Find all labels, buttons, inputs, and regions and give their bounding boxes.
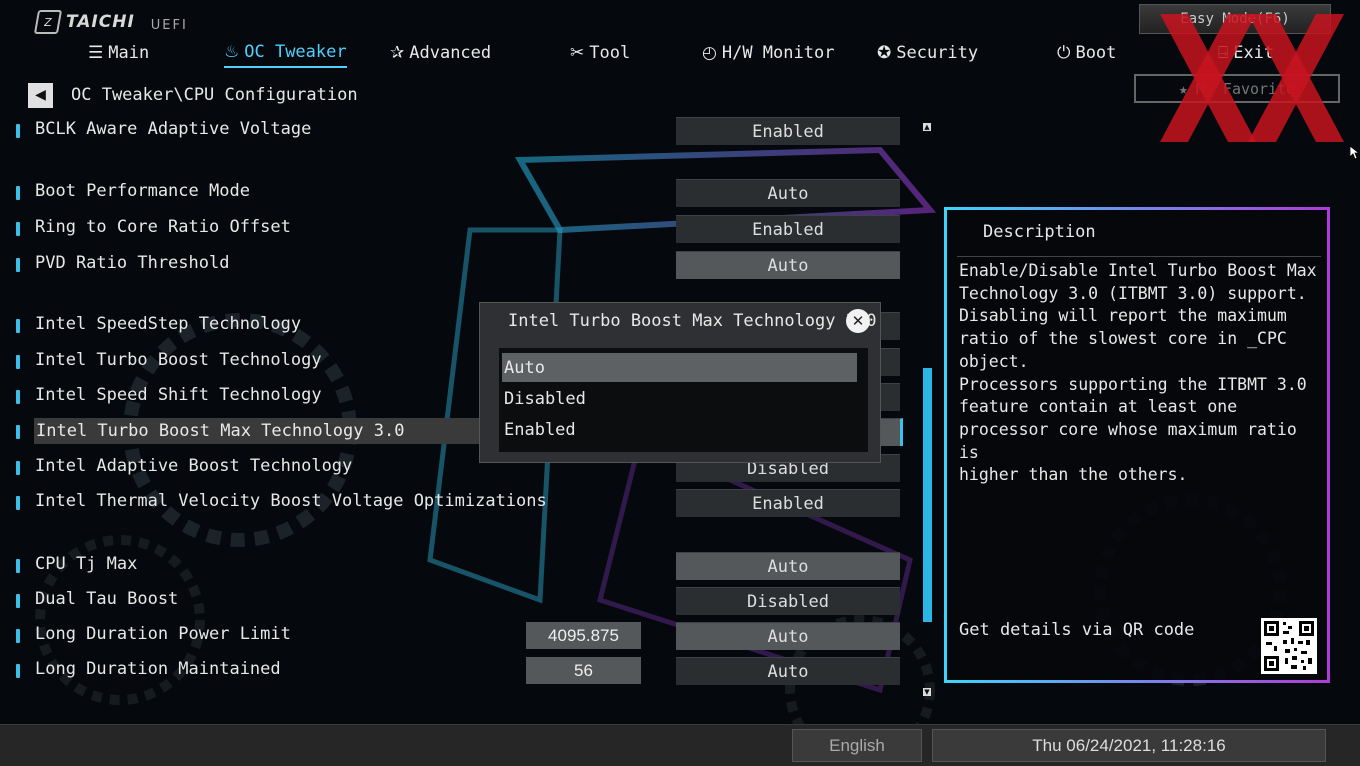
setting-label: Long Duration Maintained [35,659,281,679]
star-icon: ✰ [390,43,405,63]
setting-label: Ring to Core Ratio Offset [35,217,291,237]
row-marker [16,559,20,573]
option-disabled[interactable]: Disabled [502,384,857,413]
setting-value[interactable]: Disabled [676,587,900,615]
setting-value[interactable]: Auto [676,251,900,279]
divider [957,256,1321,257]
tab-main[interactable]: ☰ Main [88,38,149,68]
setting-row-long-duration-power[interactable]: Long Duration Power Limit 4095.875 Auto [0,622,910,650]
row-marker [16,664,20,678]
setting-row-bclk-aware[interactable]: BCLK Aware Adaptive Voltage Enabled [0,117,910,145]
tab-advanced[interactable]: ✰ Advanced [390,38,491,68]
easy-mode-button[interactable]: Easy Mode(F6) [1139,4,1331,34]
my-favorite-button[interactable]: ★ My Favorite [1134,74,1340,103]
setting-row-long-duration-maintained[interactable]: Long Duration Maintained 56 Auto [0,657,910,685]
back-button[interactable]: ◀ [28,82,53,108]
row-marker [16,629,20,643]
description-title: Description [983,222,1096,242]
tab-tool[interactable]: ✂ Tool [570,38,630,68]
status-bar: English Thu 06/24/2021, 11:28:16 [0,724,1360,766]
row-marker [16,186,20,200]
setting-value[interactable]: Auto [676,657,900,685]
row-marker [16,594,20,608]
option-popup: Intel Turbo Boost Max Technology 3.0 ✕ A… [479,302,881,463]
row-marker [16,319,20,333]
mouse-cursor-icon [1350,146,1360,160]
settings-scrollbar[interactable]: ▲ ▼ [921,120,933,696]
setting-label: Intel SpeedStep Technology [35,314,302,334]
row-marker [16,461,20,475]
tab-exit[interactable]: ⍈ Exit [1218,38,1274,68]
description-body: Enable/Disable Intel Turbo Boost Max Tec… [959,261,1317,485]
arrow-left-icon: ◀ [35,87,46,103]
uefi-label: UEFI [150,17,188,33]
setting-value[interactable]: Enabled [676,117,900,145]
breadcrumb-path: OC Tweaker\CPU Configuration [71,85,358,105]
qr-code-icon [1261,618,1317,674]
setting-row-cpu-tj-max[interactable]: CPU Tj Max Auto [0,552,910,580]
setting-row-boot-performance[interactable]: Boot Performance Mode Auto [0,179,910,207]
gauge-icon: ◴ [702,43,717,63]
setting-row-tvb-voltage[interactable]: Intel Thermal Velocity Boost Voltage Opt… [0,489,910,517]
row-marker [16,496,20,510]
tab-boot[interactable]: ⏻ Boot [1057,38,1116,68]
brand-logo: Z TAICHI UEFI [33,10,188,34]
flame-icon: ♨ [224,42,240,62]
option-auto[interactable]: Auto [502,353,857,382]
numeric-field[interactable]: 4095.875 [526,622,641,649]
row-marker [16,425,20,439]
datetime-display: Thu 06/24/2021, 11:28:16 [932,729,1326,762]
row-marker [16,390,20,404]
setting-label: Intel Speed Shift Technology [35,385,322,405]
setting-label: Intel Turbo Boost Technology [35,350,322,370]
setting-label: Dual Tau Boost [35,589,179,609]
numeric-field[interactable]: 56 [526,657,641,684]
shield-icon: ✪ [877,43,892,63]
setting-label: Boot Performance Mode [35,181,250,201]
popup-title: Intel Turbo Boost Max Technology 3.0 [508,311,877,331]
menu-icon: ☰ [88,43,104,63]
setting-row-ring-core-ratio[interactable]: Ring to Core Ratio Offset Enabled [0,215,910,243]
qr-caption: Get details via QR code [959,620,1195,640]
row-marker [16,124,20,138]
scroll-thumb[interactable] [923,368,932,622]
exit-icon: ⍈ [1218,43,1229,63]
row-marker [16,258,20,272]
setting-label: Intel Thermal Velocity Boost Voltage Opt… [35,491,547,511]
setting-value[interactable]: Auto [676,552,900,580]
star-icon: ★ [1178,79,1188,98]
power-icon: ⏻ [1057,43,1071,63]
tab-security[interactable]: ✪ Security [877,38,978,68]
setting-label: Long Duration Power Limit [35,624,291,644]
top-bar: Z TAICHI UEFI ☰ Main ♨ OC Tweaker ✰ Adva… [0,0,1360,78]
breadcrumb: ◀ OC Tweaker\CPU Configuration [28,82,358,108]
scroll-up-arrow-icon[interactable]: ▲ [923,123,931,131]
setting-label: Intel Adaptive Boost Technology [35,456,353,476]
option-enabled[interactable]: Enabled [502,415,857,444]
setting-label: PVD Ratio Threshold [35,253,230,273]
scroll-down-arrow-icon[interactable]: ▼ [923,688,931,696]
setting-value[interactable]: Auto [676,622,900,650]
popup-option-list: Auto Disabled Enabled [499,348,868,452]
setting-row-dual-tau[interactable]: Dual Tau Boost Disabled [0,587,910,615]
setting-row-pvd-ratio[interactable]: PVD Ratio Threshold Auto [0,251,910,279]
setting-value[interactable]: Enabled [676,215,900,243]
tools-icon: ✂ [570,43,585,63]
tab-hw-monitor[interactable]: ◴ H/W Monitor [702,38,834,68]
language-selector[interactable]: English [792,729,922,762]
setting-label-selected: Intel Turbo Boost Max Technology 3.0 [34,418,515,444]
description-panel: Description Enable/Disable Intel Turbo B… [944,207,1330,683]
row-marker [16,355,20,369]
row-marker [16,222,20,236]
logo-text: TAICHI [66,12,135,32]
setting-value[interactable]: Enabled [676,489,900,517]
taichi-logo-icon: Z [33,10,63,34]
tab-oc-tweaker[interactable]: ♨ OC Tweaker [224,38,347,68]
setting-label: BCLK Aware Adaptive Voltage [35,119,312,139]
close-icon[interactable]: ✕ [846,309,870,333]
setting-value[interactable]: Auto [676,179,900,207]
setting-label: CPU Tj Max [35,554,138,574]
